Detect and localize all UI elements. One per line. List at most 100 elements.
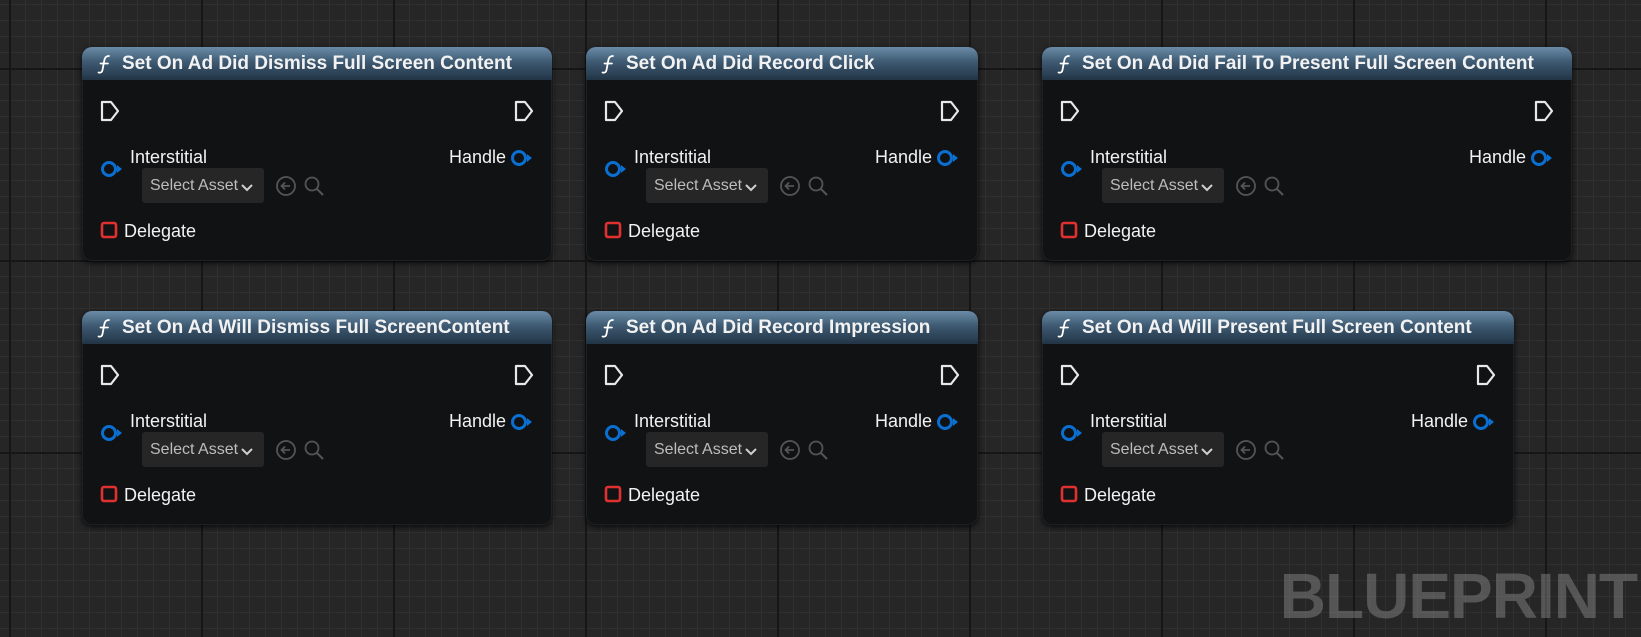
exec-output-pin-icon[interactable] xyxy=(940,364,960,386)
delegate-pin-icon[interactable] xyxy=(100,485,118,503)
delegate-pin-icon[interactable] xyxy=(100,221,118,239)
exec-output-pin-icon[interactable] xyxy=(940,100,960,122)
handle-pin-label: Handle xyxy=(448,411,506,431)
interstitial-pin-label: Interstitial xyxy=(1090,147,1168,167)
chevron-down-icon xyxy=(1200,180,1214,192)
select-asset-dropdown[interactable]: Select Asset xyxy=(142,432,264,467)
handle-object-pin-icon[interactable] xyxy=(510,412,534,432)
exec-input-pin-icon[interactable] xyxy=(1060,364,1080,386)
use-selected-asset-icon[interactable] xyxy=(1234,438,1258,462)
blueprint-node-set-on-ad-will-dismiss-full-screen-content[interactable]: Set On Ad Will Dismiss Full ScreenConten… xyxy=(82,311,552,525)
delegate-pin-label: Delegate xyxy=(1084,221,1157,241)
interstitial-pin-label: Interstitial xyxy=(634,147,712,167)
exec-input-pin-icon[interactable] xyxy=(604,364,624,386)
exec-input-pin-icon[interactable] xyxy=(100,100,120,122)
node-title: Set On Ad Did Record Click xyxy=(626,52,875,74)
interstitial-pin-label: Interstitial xyxy=(1090,411,1168,431)
blueprint-watermark: BLUEPRINT xyxy=(1279,560,1638,632)
exec-output-pin-icon[interactable] xyxy=(1534,100,1554,122)
select-asset-dropdown[interactable]: Select Asset xyxy=(1102,432,1224,467)
interstitial-object-pin-icon[interactable] xyxy=(100,159,124,179)
browse-asset-search-icon[interactable] xyxy=(302,174,326,198)
chevron-down-icon xyxy=(744,444,758,456)
use-selected-asset-icon[interactable] xyxy=(274,174,298,198)
node-title: Set On Ad Will Present Full Screen Conte… xyxy=(1082,316,1472,338)
node-title: Set On Ad Did Fail To Present Full Scree… xyxy=(1082,52,1534,74)
interstitial-object-pin-icon[interactable] xyxy=(1060,159,1084,179)
handle-pin-label: Handle xyxy=(448,147,506,167)
interstitial-pin-label: Interstitial xyxy=(634,411,712,431)
delegate-pin-icon[interactable] xyxy=(604,221,622,239)
function-icon xyxy=(1054,317,1076,339)
browse-asset-search-icon[interactable] xyxy=(806,174,830,198)
blueprint-node-set-on-ad-did-fail-to-present-full-screen-content[interactable]: Set On Ad Did Fail To Present Full Scree… xyxy=(1042,47,1572,261)
browse-asset-search-icon[interactable] xyxy=(1262,438,1286,462)
browse-asset-search-icon[interactable] xyxy=(806,438,830,462)
exec-input-pin-icon[interactable] xyxy=(1060,100,1080,122)
use-selected-asset-icon[interactable] xyxy=(778,174,802,198)
select-asset-dropdown[interactable]: Select Asset xyxy=(646,432,768,467)
chevron-down-icon xyxy=(240,180,254,192)
blueprint-node-set-on-ad-did-record-impression[interactable]: Set On Ad Did Record Impression Intersti… xyxy=(586,311,978,525)
function-icon xyxy=(598,317,620,339)
delegate-pin-icon[interactable] xyxy=(604,485,622,503)
handle-pin-label: Handle xyxy=(874,147,932,167)
use-selected-asset-icon[interactable] xyxy=(274,438,298,462)
delegate-pin-icon[interactable] xyxy=(1060,485,1078,503)
handle-object-pin-icon[interactable] xyxy=(1530,148,1554,168)
function-icon xyxy=(94,53,116,75)
chevron-down-icon xyxy=(240,444,254,456)
node-title: Set On Ad Did Record Impression xyxy=(626,316,931,338)
browse-asset-search-icon[interactable] xyxy=(1262,174,1286,198)
delegate-pin-label: Delegate xyxy=(628,485,701,505)
blueprint-node-set-on-ad-will-present-full-screen-content[interactable]: Set On Ad Will Present Full Screen Conte… xyxy=(1042,311,1514,525)
interstitial-object-pin-icon[interactable] xyxy=(604,159,628,179)
interstitial-object-pin-icon[interactable] xyxy=(604,423,628,443)
blueprint-node-set-on-ad-did-record-click[interactable]: Set On Ad Did Record Click Interstitial … xyxy=(586,47,978,261)
handle-object-pin-icon[interactable] xyxy=(936,148,960,168)
handle-pin-label: Handle xyxy=(1468,147,1526,167)
node-header[interactable]: Set On Ad Did Fail To Present Full Scree… xyxy=(1042,47,1572,80)
node-header[interactable]: Set On Ad Did Record Click xyxy=(586,47,978,80)
node-header[interactable]: Set On Ad Did Dismiss Full Screen Conten… xyxy=(82,47,552,80)
browse-asset-search-icon[interactable] xyxy=(302,438,326,462)
node-header[interactable]: Set On Ad Will Present Full Screen Conte… xyxy=(1042,311,1514,344)
chevron-down-icon xyxy=(1200,444,1214,456)
select-asset-value: Select Asset xyxy=(150,440,239,458)
node-header[interactable]: Set On Ad Did Record Impression xyxy=(586,311,978,344)
function-icon xyxy=(598,53,620,75)
interstitial-object-pin-icon[interactable] xyxy=(1060,423,1084,443)
select-asset-dropdown[interactable]: Select Asset xyxy=(142,168,264,203)
exec-output-pin-icon[interactable] xyxy=(1476,364,1496,386)
handle-object-pin-icon[interactable] xyxy=(1472,412,1496,432)
delegate-pin-label: Delegate xyxy=(628,221,701,241)
select-asset-dropdown[interactable]: Select Asset xyxy=(1102,168,1224,203)
select-asset-value: Select Asset xyxy=(654,176,743,194)
exec-input-pin-icon[interactable] xyxy=(604,100,624,122)
exec-input-pin-icon[interactable] xyxy=(100,364,120,386)
blueprint-node-set-on-ad-did-dismiss-full-screen-content[interactable]: Set On Ad Did Dismiss Full Screen Conten… xyxy=(82,47,552,261)
select-asset-value: Select Asset xyxy=(654,440,743,458)
use-selected-asset-icon[interactable] xyxy=(1234,174,1258,198)
delegate-pin-icon[interactable] xyxy=(1060,221,1078,239)
interstitial-pin-label: Interstitial xyxy=(130,411,208,431)
delegate-pin-label: Delegate xyxy=(124,485,197,505)
handle-object-pin-icon[interactable] xyxy=(936,412,960,432)
node-title: Set On Ad Did Dismiss Full Screen Conten… xyxy=(122,52,512,74)
delegate-pin-label: Delegate xyxy=(1084,485,1157,505)
use-selected-asset-icon[interactable] xyxy=(778,438,802,462)
handle-pin-label: Handle xyxy=(1410,411,1468,431)
interstitial-pin-label: Interstitial xyxy=(130,147,208,167)
handle-pin-label: Handle xyxy=(874,411,932,431)
select-asset-value: Select Asset xyxy=(1110,440,1199,458)
node-header[interactable]: Set On Ad Will Dismiss Full ScreenConten… xyxy=(82,311,552,344)
delegate-pin-label: Delegate xyxy=(124,221,197,241)
function-icon xyxy=(1054,53,1076,75)
interstitial-object-pin-icon[interactable] xyxy=(100,423,124,443)
select-asset-value: Select Asset xyxy=(1110,176,1199,194)
select-asset-dropdown[interactable]: Select Asset xyxy=(646,168,768,203)
handle-object-pin-icon[interactable] xyxy=(510,148,534,168)
exec-output-pin-icon[interactable] xyxy=(514,100,534,122)
select-asset-value: Select Asset xyxy=(150,176,239,194)
exec-output-pin-icon[interactable] xyxy=(514,364,534,386)
